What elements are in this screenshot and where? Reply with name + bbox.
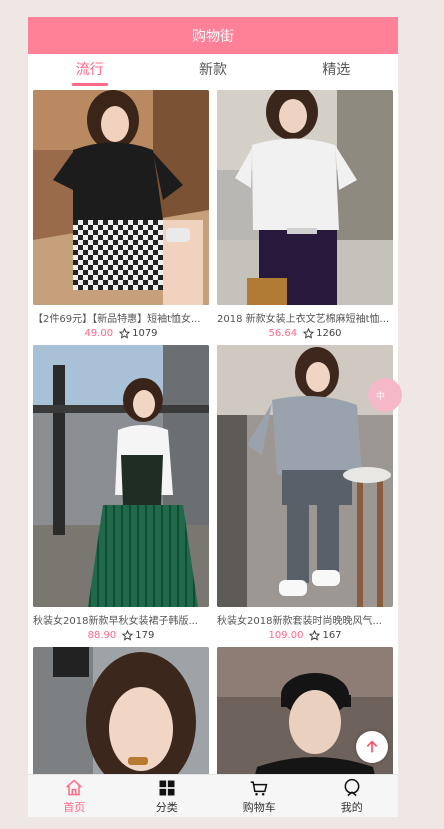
floating-badge-text: 中 [376,391,386,402]
product-card[interactable]: 秋装女2018新款早秋女装裙子韩版... 88.90 179 [33,345,209,641]
arrow-up-icon [366,740,378,753]
product-image[interactable] [33,90,209,305]
nav-category[interactable]: 分类 [121,775,214,817]
back-to-top-button[interactable] [356,731,388,763]
nav-home[interactable]: 首页 [28,775,121,817]
product-fav-count: 1260 [316,328,342,339]
star-icon [122,630,134,641]
product-image[interactable] [33,345,209,607]
product-card[interactable]: 2018 新款女装上衣文艺棉麻短袖t恤... 56.64 1260 [217,90,393,339]
star-icon [119,328,131,339]
home-icon [66,778,83,795]
tab-new[interactable]: 新款 [151,57,274,86]
nav-cart-label: 购物车 [242,800,276,814]
floating-badge[interactable]: 中 [368,378,402,412]
product-title: 2018 新款女装上衣文艺棉麻短袖t恤... [217,314,390,325]
nav-cart[interactable]: 购物车 [213,775,306,817]
product-image[interactable] [217,345,393,607]
product-card[interactable]: 【2件69元】【新品特惠】短袖t恤女... 49.00 1079 [33,90,209,339]
product-title: 秋装女2018新款早秋女装裙子韩版... [33,616,198,627]
tab-popular[interactable]: 流行 [28,57,151,86]
nav-home-label: 首页 [63,800,86,814]
product-price: 88.90 [87,630,117,641]
product-fav-count: 1079 [132,328,158,339]
category-icon [159,780,175,795]
star-icon [303,328,315,339]
product-title: 【2件69元】【新品特惠】短袖t恤女... [33,314,201,325]
tab-bar: 首页 分类 购物车 我的 [28,774,398,817]
star-icon [309,630,321,641]
tab-control: 流行 新款 精选 [28,54,398,86]
product-price: 49.00 [84,328,114,339]
page-title: 购物街 [192,28,234,45]
product-grid: 【2件69元】【新品特惠】短袖t恤女... 49.00 1079 2018 新款… [28,90,398,796]
profile-icon [344,778,360,796]
product-image[interactable] [217,90,393,305]
cart-icon [250,780,268,795]
nav-category-label: 分类 [155,800,178,814]
product-price: 56.64 [268,328,298,339]
product-fav-count: 167 [322,630,342,641]
product-fav-count: 179 [135,630,155,641]
app-frame: 购物街 流行 新款 精选 【2件69元】【新品特惠】短袖t恤女... 49.00… [28,17,398,817]
nav-profile-label: 我的 [340,800,363,814]
product-price: 109.00 [268,630,304,641]
tab-selected[interactable]: 精选 [275,57,398,86]
nav-profile[interactable]: 我的 [306,775,399,817]
product-title: 秋装女2018新款套装时尚晚晚风气... [217,616,382,627]
product-card[interactable]: 秋装女2018新款套装时尚晚晚风气... 109.00 167 [217,345,393,641]
nav-bar: 购物街 [28,17,398,54]
